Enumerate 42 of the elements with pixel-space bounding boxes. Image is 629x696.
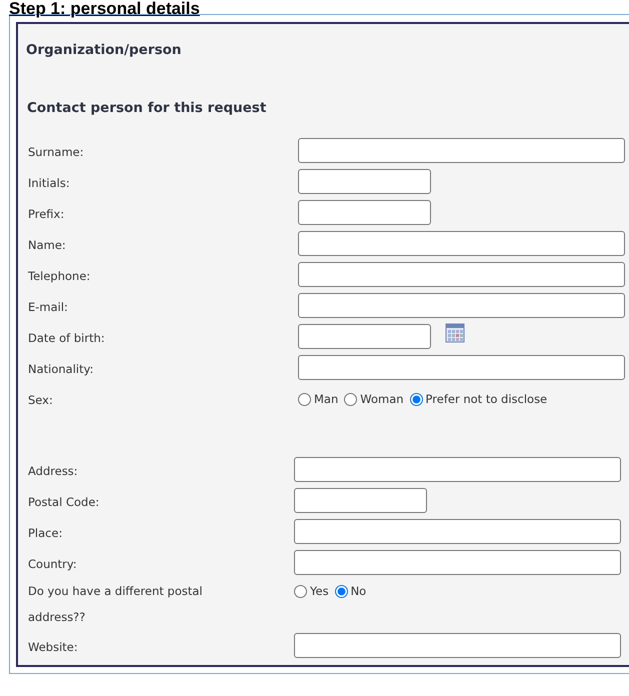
- field-label: Prefix:: [27, 206, 66, 223]
- text-field[interactable]: [298, 262, 625, 287]
- option-label: Man: [314, 392, 338, 406]
- field-label: Initials:: [27, 175, 71, 192]
- text-field[interactable]: [298, 169, 431, 194]
- field-label: Date of birth:: [27, 330, 106, 347]
- field-label: Website:: [27, 639, 79, 656]
- text-field[interactable]: [298, 200, 431, 225]
- field-label: E-mail:: [27, 299, 69, 316]
- field-label: Place:: [27, 525, 64, 542]
- page-title: Step 1: personal details: [8, 0, 201, 18]
- text-field[interactable]: [294, 488, 427, 513]
- field-label: Name:: [27, 237, 67, 254]
- text-field[interactable]: [298, 138, 625, 163]
- radio-button[interactable]: [334, 584, 348, 598]
- text-field[interactable]: [294, 633, 621, 658]
- option-label: Woman: [360, 392, 404, 406]
- text-field[interactable]: [294, 550, 621, 575]
- field-label: Do you have a different postal address??: [27, 583, 204, 626]
- text-field[interactable]: [298, 293, 625, 318]
- calendar-icon[interactable]: [445, 322, 465, 342]
- text-field[interactable]: [294, 457, 621, 482]
- field-label: Country:: [27, 556, 78, 573]
- field-label: Nationality:: [27, 361, 94, 378]
- section-title: Organization/person: [26, 42, 182, 58]
- radio-button[interactable]: [298, 392, 311, 406]
- text-field[interactable]: [298, 231, 625, 256]
- radio-button[interactable]: [410, 392, 423, 406]
- option-label: Yes: [310, 584, 329, 598]
- radio-button[interactable]: [344, 392, 358, 406]
- option-label: Prefer not to disclose: [426, 392, 548, 406]
- radio-button[interactable]: [294, 584, 307, 598]
- text-field[interactable]: [298, 355, 625, 380]
- field-label: Sex:: [27, 392, 54, 409]
- text-field[interactable]: [294, 519, 621, 544]
- field-label: Surname:: [27, 144, 85, 161]
- subsection-title: Contact person for this request: [27, 100, 268, 116]
- field-label: Telephone:: [27, 268, 92, 285]
- option-label: No: [350, 584, 366, 598]
- field-label: Postal Code:: [27, 494, 100, 511]
- field-label: Address:: [27, 463, 79, 480]
- date-field[interactable]: [298, 324, 431, 349]
